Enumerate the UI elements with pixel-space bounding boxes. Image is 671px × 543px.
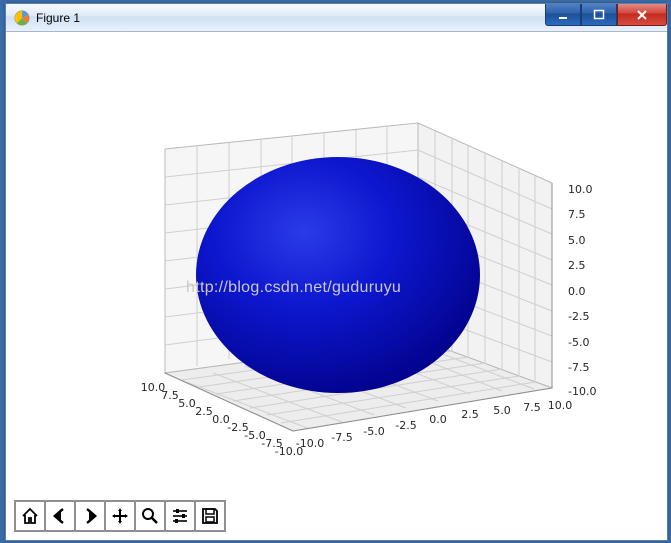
window-titlebar[interactable]: Figure 1	[6, 4, 667, 32]
arrow-left-icon	[50, 506, 70, 526]
svg-text:-5.0: -5.0	[363, 425, 384, 438]
zoom-icon	[140, 506, 160, 526]
figure-window: Figure 1	[5, 3, 668, 541]
back-button[interactable]	[46, 502, 76, 530]
svg-text:10.0: 10.0	[548, 399, 573, 412]
minimize-button[interactable]	[545, 4, 581, 26]
desktop-backdrop: Figure 1	[0, 0, 671, 543]
configure-button[interactable]	[166, 502, 196, 530]
svg-text:0.0: 0.0	[429, 413, 447, 426]
move-icon	[110, 506, 130, 526]
matplotlib-icon	[14, 10, 30, 26]
axes3d: 10.0 7.5 5.0 2.5 0.0 -2.5 -5.0 -7.5 -10.…	[8, 33, 668, 501]
svg-text:2.5: 2.5	[461, 408, 479, 421]
save-button[interactable]	[196, 502, 224, 530]
client-area: 10.0 7.5 5.0 2.5 0.0 -2.5 -5.0 -7.5 -10.…	[8, 33, 665, 538]
svg-text:2.5: 2.5	[568, 259, 586, 272]
nav-toolbar	[14, 500, 226, 532]
svg-text:-2.5: -2.5	[568, 310, 589, 323]
svg-text:2.5: 2.5	[195, 405, 213, 418]
svg-text:7.5: 7.5	[568, 208, 586, 221]
window-title: Figure 1	[36, 11, 80, 25]
save-icon	[200, 506, 220, 526]
svg-text:0.0: 0.0	[568, 285, 586, 298]
close-button[interactable]	[617, 4, 667, 26]
pan-button[interactable]	[106, 502, 136, 530]
forward-button[interactable]	[76, 502, 106, 530]
plot-canvas[interactable]: 10.0 7.5 5.0 2.5 0.0 -2.5 -5.0 -7.5 -10.…	[8, 33, 665, 500]
window-controls	[545, 4, 667, 25]
svg-text:5.0: 5.0	[178, 397, 196, 410]
zoom-button[interactable]	[136, 502, 166, 530]
sliders-icon	[170, 506, 190, 526]
svg-text:-10.0: -10.0	[275, 445, 303, 458]
svg-text:-5.0: -5.0	[568, 336, 589, 349]
home-icon	[20, 506, 40, 526]
sphere-surface	[196, 157, 480, 393]
maximize-button[interactable]	[581, 4, 617, 26]
svg-text:-2.5: -2.5	[395, 419, 416, 432]
svg-text:10.0: 10.0	[568, 183, 593, 196]
svg-text:5.0: 5.0	[568, 234, 586, 247]
svg-text:-10.0: -10.0	[568, 385, 596, 398]
arrow-right-icon	[80, 506, 100, 526]
svg-text:7.5: 7.5	[161, 389, 179, 402]
svg-text:-7.5: -7.5	[568, 361, 589, 374]
home-button[interactable]	[16, 502, 46, 530]
svg-text:5.0: 5.0	[493, 404, 511, 417]
svg-text:7.5: 7.5	[523, 401, 541, 414]
svg-text:-7.5: -7.5	[331, 431, 352, 444]
